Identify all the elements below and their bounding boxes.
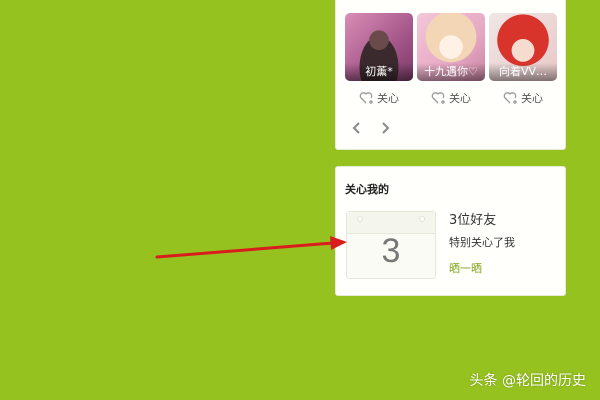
friend-name: 十九遇你♡ — [417, 63, 485, 81]
share-link[interactable]: 晒一晒 — [449, 260, 482, 276]
follow-button[interactable]: 关心 — [417, 89, 485, 107]
avatar[interactable]: 十九遇你♡ — [417, 13, 485, 81]
calendar-icon[interactable]: 3 — [346, 211, 436, 279]
friend-card: 向着VV… 关心 — [489, 13, 557, 107]
pager — [352, 121, 390, 135]
avatar-list: 初薰* 关心 十九遇你♡ 关心 向着VV… 关心 — [345, 13, 557, 107]
follow-label: 关心 — [449, 92, 471, 105]
avatar[interactable]: 初薰* — [345, 13, 413, 81]
friend-recommend-panel: 初薰* 关心 十九遇你♡ 关心 向着VV… 关心 — [335, 0, 566, 150]
follow-button[interactable]: 关心 — [489, 89, 557, 107]
follow-label: 关心 — [521, 92, 543, 105]
heart-plus-icon — [503, 92, 517, 104]
heart-plus-icon — [359, 92, 373, 104]
calendar-ring-icon — [419, 216, 425, 222]
friend-name: 初薰* — [345, 63, 413, 81]
calendar-number: 3 — [381, 232, 401, 270]
chevron-left-icon[interactable] — [352, 121, 362, 135]
calendar-ring-icon — [357, 216, 363, 222]
friend-name: 向着VV… — [489, 63, 557, 81]
chevron-right-icon[interactable] — [380, 121, 390, 135]
care-about-me-panel: 关心我的 3 3位好友 特别关心了我 晒一晒 — [335, 166, 566, 296]
avatar[interactable]: 向着VV… — [489, 13, 557, 81]
friend-card: 初薰* 关心 — [345, 13, 413, 107]
care-description: 特别关心了我 — [449, 236, 515, 249]
heart-plus-icon — [431, 92, 445, 104]
watermark: 头条 @轮回的历史 — [469, 373, 586, 389]
friend-card: 十九遇你♡ 关心 — [417, 13, 485, 107]
follow-label: 关心 — [377, 92, 399, 105]
follow-button[interactable]: 关心 — [345, 89, 413, 107]
panel-title: 关心我的 — [345, 183, 389, 196]
care-count: 3位好友 — [449, 213, 497, 228]
